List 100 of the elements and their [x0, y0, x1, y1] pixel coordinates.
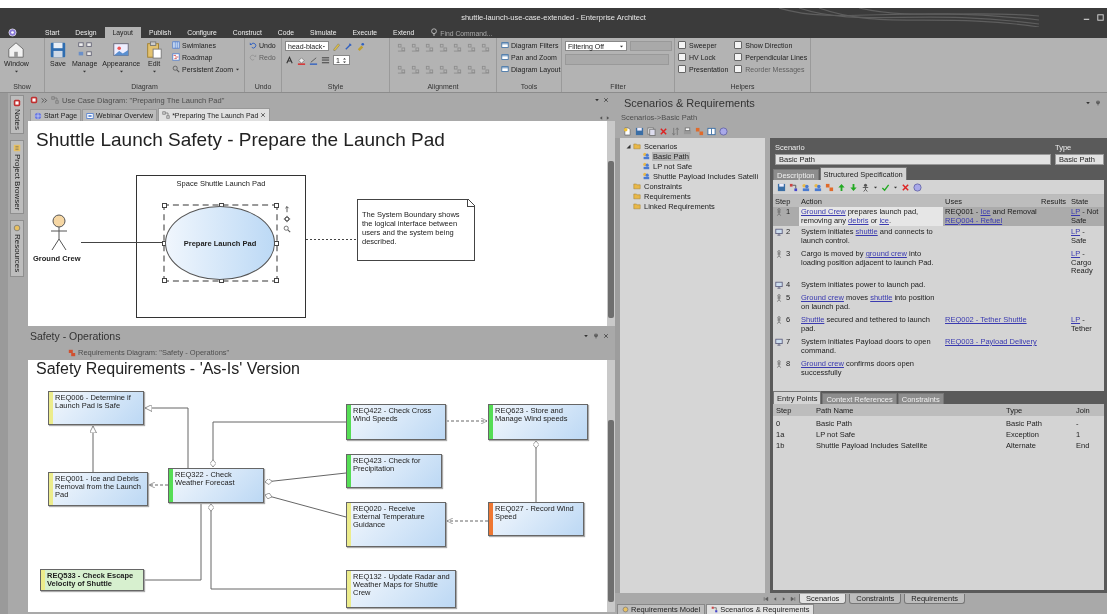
connector-line	[144, 404, 189, 469]
document-icon[interactable]	[623, 126, 632, 136]
notes-icon[interactable]	[30, 96, 38, 104]
circle-icon[interactable]	[913, 182, 922, 192]
monitor-icon	[775, 280, 783, 289]
pages-icon[interactable]	[647, 126, 656, 136]
checkbox[interactable]	[678, 65, 686, 73]
expander-icon[interactable]	[626, 143, 631, 149]
caret-icon[interactable]	[893, 184, 898, 190]
app-logo-icon[interactable]	[8, 28, 17, 37]
maximize-icon[interactable]	[1096, 13, 1105, 22]
arrow-up-icon[interactable]	[283, 205, 291, 213]
dropdown-icon[interactable]	[594, 97, 600, 103]
checkbox[interactable]	[734, 53, 743, 61]
diagram-icon	[68, 348, 76, 357]
arrows-icon[interactable]	[671, 126, 680, 136]
diagram-icon	[162, 111, 171, 119]
last-icon[interactable]	[790, 595, 796, 602]
undo-icon	[249, 41, 257, 49]
side-tab[interactable]: Resources	[10, 220, 24, 277]
diagram-title: Shuttle Launch Safety - Prepare the Launch Pad	[36, 129, 445, 151]
spin-arrows-icon	[342, 56, 347, 64]
person-icon	[775, 316, 783, 324]
checkbox[interactable]	[678, 53, 686, 61]
people-icon[interactable]	[813, 182, 822, 192]
chevron-icon[interactable]	[41, 96, 48, 104]
line-width-icon[interactable]	[321, 55, 330, 65]
person-icon	[775, 208, 783, 216]
next-icon[interactable]	[781, 595, 787, 602]
caret-icon	[151, 69, 157, 74]
person-icon	[775, 360, 783, 368]
lanes-icon	[172, 41, 181, 49]
connector-line	[532, 440, 540, 503]
notes-icon	[13, 99, 21, 107]
coin-icon	[13, 224, 21, 233]
fill-color-icon[interactable]	[297, 55, 306, 65]
monitor-icon	[775, 228, 783, 236]
arrow-down-icon[interactable]	[849, 182, 858, 192]
search-icon[interactable]	[283, 225, 291, 233]
font-color-icon[interactable]	[285, 55, 294, 65]
first-icon[interactable]	[763, 595, 769, 602]
previous-icon[interactable]	[772, 595, 778, 602]
globe-icon	[34, 111, 42, 120]
people-icon	[642, 152, 650, 160]
lightbulb-icon	[430, 28, 439, 36]
pin-icon[interactable]	[1095, 99, 1101, 106]
person-icon	[775, 250, 783, 258]
line-color-icon[interactable]	[309, 55, 318, 65]
close-icon[interactable]	[603, 332, 609, 339]
pen-icon[interactable]	[332, 41, 341, 51]
side-tab[interactable]: Project Browser	[10, 139, 24, 215]
caret-icon	[235, 66, 241, 72]
checkbox[interactable]	[678, 41, 686, 49]
person-icon	[775, 294, 783, 302]
boxes-icon	[75, 41, 94, 59]
close-icon[interactable]	[260, 112, 267, 118]
pin-icon[interactable]	[593, 332, 599, 339]
close-icon[interactable]	[603, 97, 609, 103]
diagram-title: Safety Requirements - 'As-Is' Version	[36, 360, 300, 378]
diagram-icon[interactable]	[789, 182, 798, 192]
roadmap-icon	[172, 53, 181, 61]
printer-icon[interactable]	[683, 126, 692, 136]
dropdown-icon[interactable]	[1085, 99, 1091, 106]
people-icon	[642, 162, 650, 170]
scrollbar[interactable]	[607, 121, 615, 326]
caret-icon	[13, 69, 19, 74]
panel-title: Scenarios & Requirements	[624, 96, 755, 109]
actor-figure	[48, 214, 70, 252]
people-icon	[642, 172, 650, 180]
picture-frame-icon	[112, 41, 131, 59]
redo-icon	[249, 53, 257, 61]
window-icon	[86, 111, 95, 120]
brush-icon[interactable]	[356, 41, 365, 51]
arrow-up-icon[interactable]	[837, 182, 846, 192]
diagram-icon	[711, 606, 719, 613]
book-icon[interactable]	[707, 126, 716, 136]
caret-icon	[619, 43, 624, 49]
x-icon[interactable]	[659, 126, 668, 136]
dropdown-icon[interactable]	[583, 332, 589, 339]
dropper-icon[interactable]	[344, 41, 353, 51]
caret-icon[interactable]	[873, 184, 878, 190]
folder-icon	[633, 142, 641, 150]
circle-icon[interactable]	[719, 126, 728, 136]
gear-icon[interactable]	[283, 215, 291, 223]
checkbox[interactable]	[734, 41, 743, 49]
diagram-icon	[51, 96, 59, 104]
note-link-line	[306, 238, 357, 241]
monitor-icon	[775, 338, 783, 346]
scroll-right-icon[interactable]	[605, 115, 611, 121]
figure-icon[interactable]	[861, 182, 870, 192]
scrollbar[interactable]	[607, 360, 615, 612]
house-icon	[7, 41, 26, 59]
side-tab[interactable]: Notes	[10, 95, 24, 134]
search-icon	[172, 65, 181, 73]
x-icon[interactable]	[901, 182, 910, 192]
caret-icon	[118, 69, 124, 74]
connector-line	[89, 425, 97, 473]
people-icon[interactable]	[801, 182, 810, 192]
window-icon	[501, 65, 509, 73]
check-icon[interactable]	[881, 182, 890, 192]
